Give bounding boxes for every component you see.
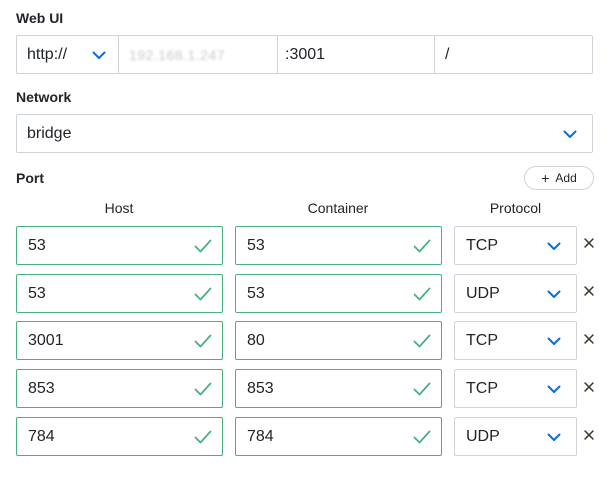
network-select[interactable]: bridge: [16, 114, 593, 153]
protocol-select[interactable]: TCP: [454, 369, 577, 408]
add-port-button[interactable]: + Add: [524, 166, 594, 190]
chevron-down-icon: [547, 242, 561, 251]
container-column-header: Container: [307, 200, 369, 216]
host-port-input[interactable]: 53: [16, 226, 223, 265]
host-port-value: 53: [28, 236, 46, 254]
check-icon: [413, 382, 431, 396]
host-port-input[interactable]: 3001: [16, 321, 223, 360]
host-port-input[interactable]: 853: [16, 369, 223, 408]
container-port-input[interactable]: 53: [235, 226, 442, 265]
host-address-value: 192.168.1.247: [129, 46, 226, 63]
web-ui-port-field[interactable]: :3001: [277, 35, 435, 74]
check-icon: [194, 287, 212, 301]
protocol-select[interactable]: UDP: [454, 274, 577, 313]
protocol-select[interactable]: TCP: [454, 321, 577, 360]
host-address-field[interactable]: 192.168.1.247: [119, 35, 278, 74]
port-label: Port: [16, 170, 44, 186]
check-icon: [413, 334, 431, 348]
check-icon: [194, 430, 212, 444]
protocol-select[interactable]: UDP: [454, 417, 577, 456]
check-icon: [194, 239, 212, 253]
chevron-down-icon: [547, 433, 561, 442]
protocol-select[interactable]: TCP: [454, 226, 577, 265]
container-port-value: 53: [247, 236, 265, 254]
close-icon[interactable]: [583, 429, 595, 441]
container-port-value: 80: [247, 331, 265, 349]
close-icon[interactable]: [583, 285, 595, 297]
check-icon: [194, 334, 212, 348]
host-port-value: 853: [28, 379, 55, 397]
scheme-select[interactable]: http://: [16, 35, 119, 74]
container-port-input[interactable]: 853: [235, 369, 442, 408]
plus-icon: +: [541, 170, 550, 186]
close-icon[interactable]: [583, 333, 595, 345]
container-port-input[interactable]: 784: [235, 417, 442, 456]
host-column-header: Host: [104, 200, 134, 216]
chevron-down-icon: [547, 337, 561, 346]
container-port-input[interactable]: 80: [235, 321, 442, 360]
container-port-input[interactable]: 53: [235, 274, 442, 313]
chevron-down-icon: [547, 385, 561, 394]
web-ui-path-field[interactable]: /: [434, 35, 593, 74]
check-icon: [413, 287, 431, 301]
container-port-value: 853: [247, 379, 274, 397]
container-port-value: 784: [247, 427, 274, 445]
chevron-down-icon: [563, 130, 577, 139]
web-ui-label: Web UI: [16, 10, 64, 26]
web-ui-path-value: /: [445, 45, 450, 63]
check-icon: [413, 239, 431, 253]
container-port-value: 53: [247, 284, 265, 302]
protocol-value: TCP: [466, 379, 498, 397]
chevron-down-icon: [92, 51, 106, 60]
close-icon[interactable]: [583, 237, 595, 249]
web-ui-port-value: :3001: [285, 45, 326, 63]
protocol-value: TCP: [466, 331, 498, 349]
network-value: bridge: [27, 124, 72, 142]
network-label: Network: [16, 89, 72, 105]
close-icon[interactable]: [583, 381, 595, 393]
scheme-value: http://: [27, 45, 68, 63]
protocol-column-header: Protocol: [489, 200, 542, 216]
protocol-value: UDP: [466, 427, 500, 445]
host-port-input[interactable]: 784: [16, 417, 223, 456]
chevron-down-icon: [547, 290, 561, 299]
host-port-input[interactable]: 53: [16, 274, 223, 313]
host-port-value: 3001: [28, 331, 64, 349]
check-icon: [194, 382, 212, 396]
check-icon: [413, 430, 431, 444]
protocol-value: UDP: [466, 284, 500, 302]
add-port-label: Add: [555, 171, 577, 185]
host-port-value: 53: [28, 284, 46, 302]
host-port-value: 784: [28, 427, 55, 445]
protocol-value: TCP: [466, 236, 498, 254]
